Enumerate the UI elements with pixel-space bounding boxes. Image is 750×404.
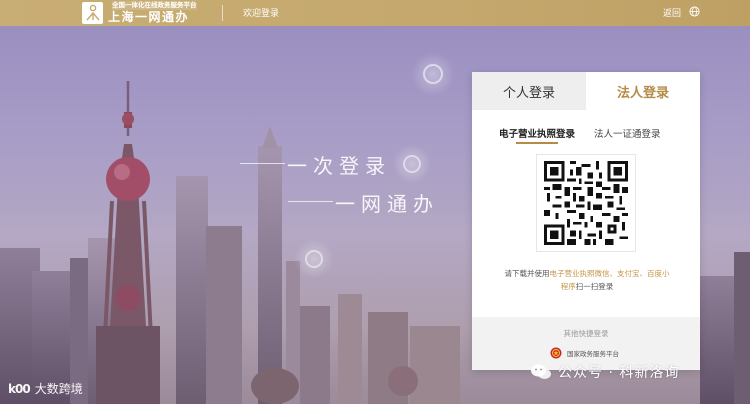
tab-legal-login[interactable]: 法人登录 [586,72,700,110]
tab-personal-login[interactable]: 个人登录 [472,72,586,110]
header-divider [222,5,223,21]
instruction-suffix: 扫一扫登录 [575,282,614,291]
qr-code-image [544,161,628,245]
logo-subtitle: 全国一体化在线政务服务平台 [112,1,197,10]
watermark-left: k00 大数跨境 [8,380,83,397]
instruction-prefix: 请下载并使用 [504,269,550,278]
login-card: 个人登录 法人登录 电子营业执照登录 法人一证通登录 请下载并使用电子营业执照微… [472,72,700,370]
slogan-line-2: 一网通办 [335,192,439,216]
welcome-label: 欢迎登录 [243,9,280,19]
login-method-tabs: 电子营业执照登录 法人一证通登录 [472,121,700,149]
slogan-line-1: 一次登录 [287,154,391,178]
tab-legal-cert-login[interactable]: 法人一证通登录 [594,126,661,140]
watermark-left-logo: k00 [8,381,31,396]
scan-instruction: 请下载并使用电子营业执照微信、支付宝、百度小程序扫一扫登录 [502,267,672,293]
watermark-right-text: 公众号 · 科新洛询 [558,365,680,381]
login-tabs: 个人登录 法人登录 [472,72,700,110]
national-emblem-icon[interactable] [550,347,562,359]
site-logo[interactable]: 全国一体化在线政务服务平台 上海一网通办 [108,1,208,25]
quick-login-title: 其他快捷登录 [563,329,609,338]
slogan-rule-2 [288,201,333,202]
globe-icon[interactable] [689,6,700,17]
logo-glyph [85,4,100,21]
watermark-right: 公众号 · 科新洛询 [530,362,679,382]
qr-code [536,154,636,252]
slogan-rule-1 [240,163,285,164]
active-tab-indicator [516,142,558,144]
national-platform-link[interactable]: 国家政务服务平台 [567,348,619,358]
wechat-icon [531,364,551,379]
logo-title: 上海一网通办 [108,10,190,24]
tab-ebusiness-license-login[interactable]: 电子营业执照登录 [499,126,575,140]
back-link[interactable]: 返回 [663,6,681,19]
shanghai-logo-icon[interactable] [82,2,103,24]
top-bar: 全国一体化在线政务服务平台 上海一网通办 欢迎登录 返回 [0,0,750,26]
watermark-left-text: 大数跨境 [34,382,83,396]
